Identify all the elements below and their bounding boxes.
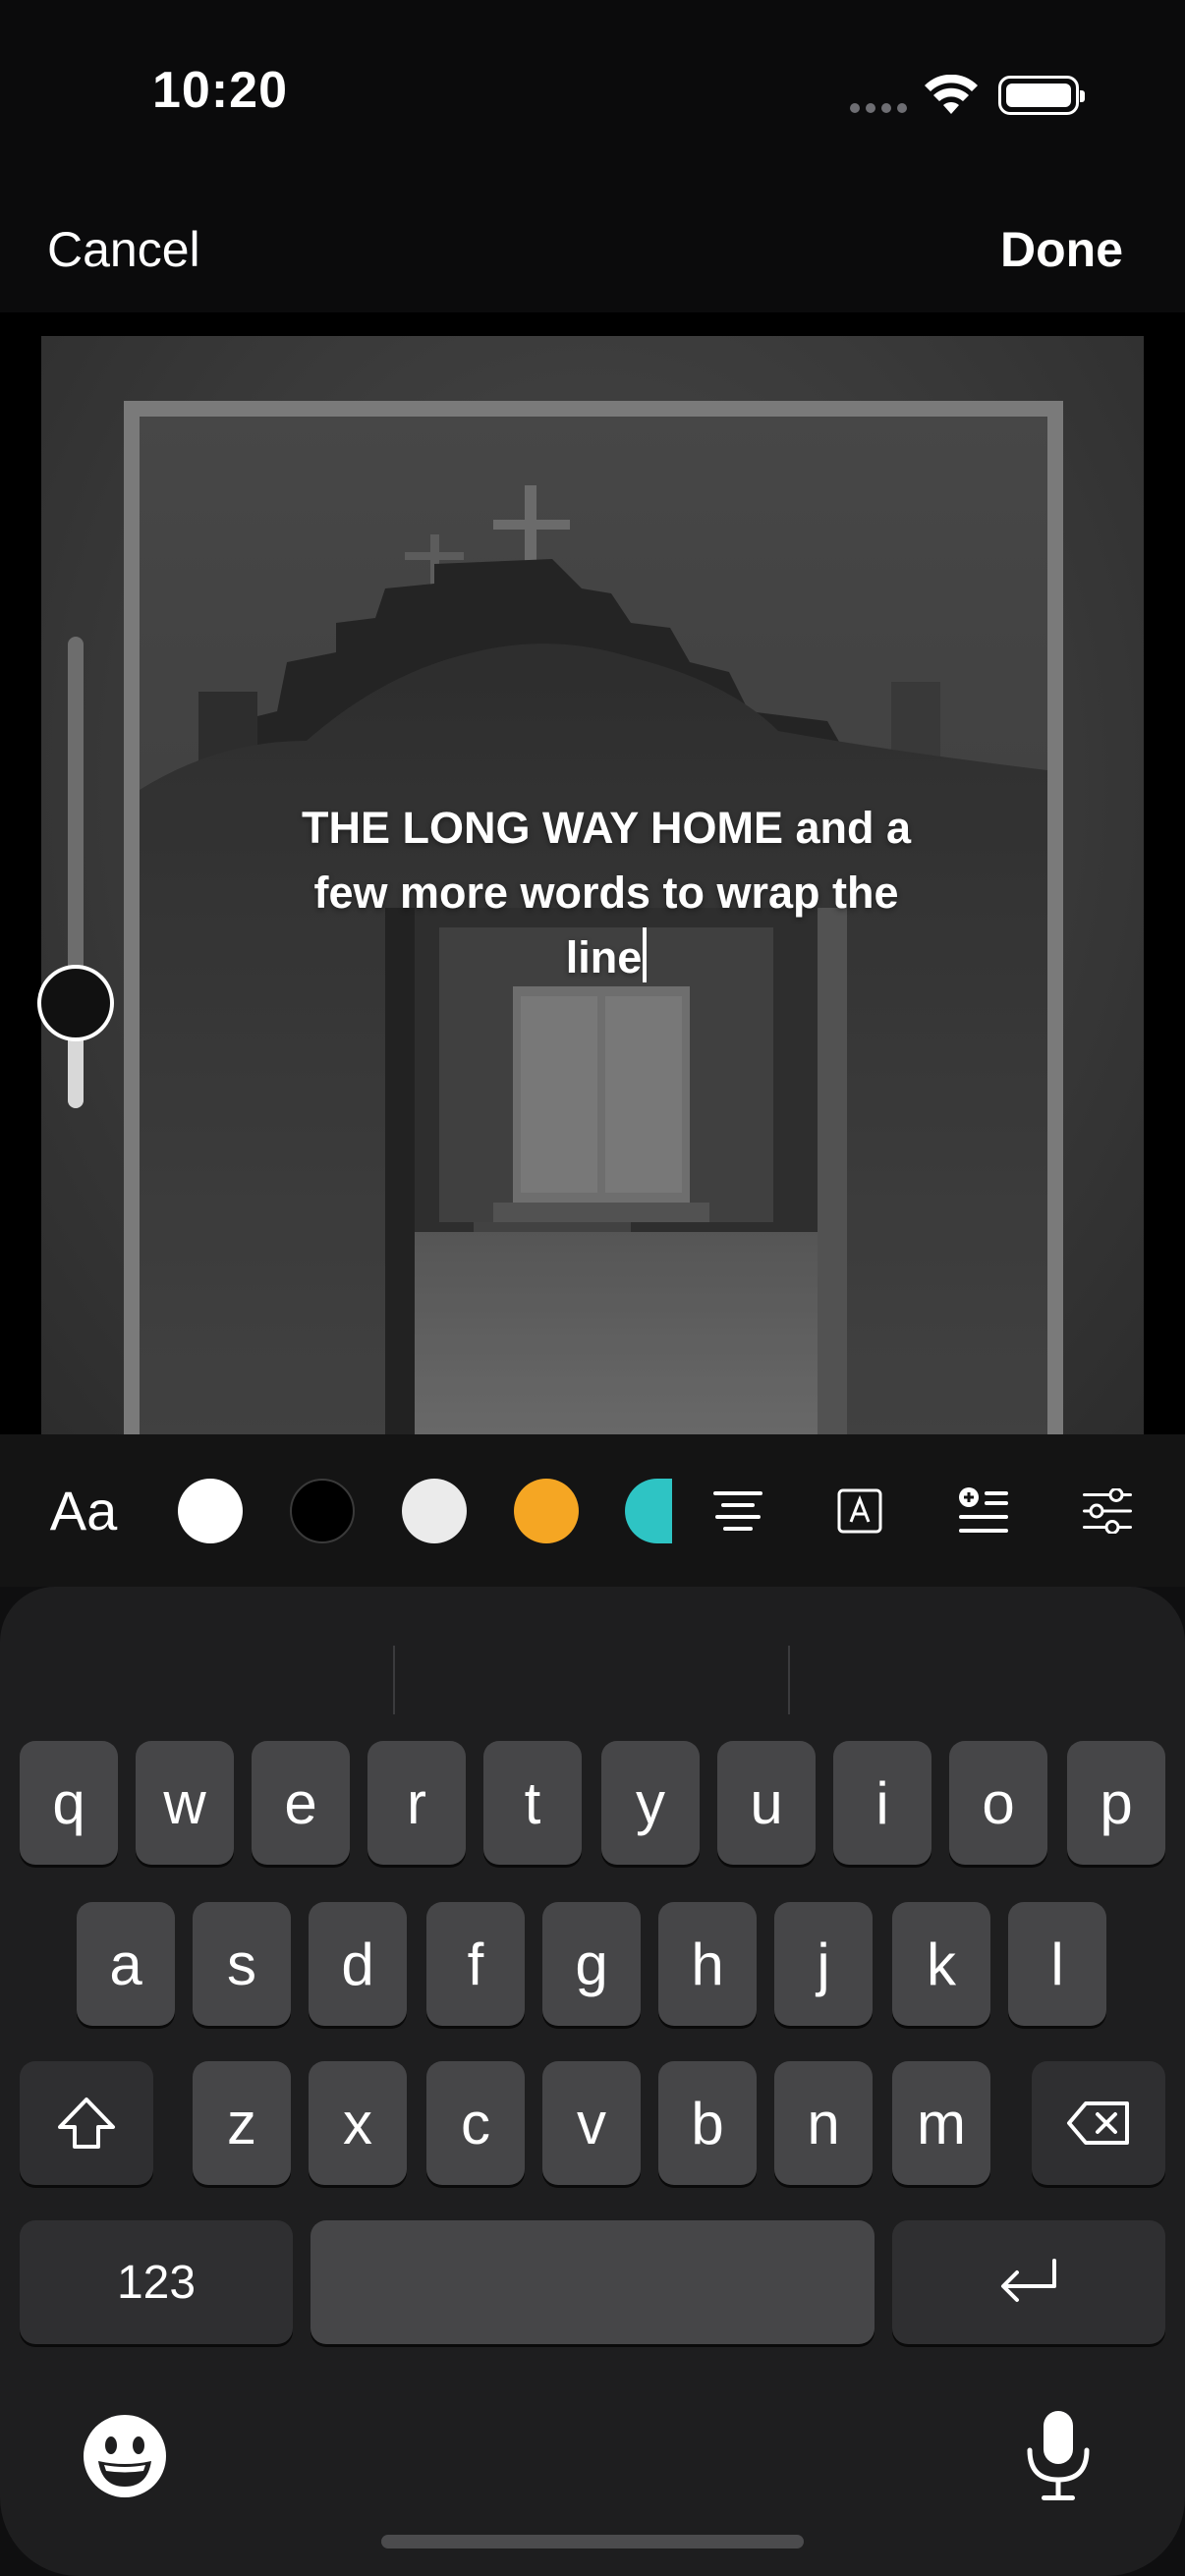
key-u[interactable]: u: [717, 1741, 816, 1865]
return-icon: [1001, 2259, 1056, 2302]
suggestion-divider: [393, 1646, 395, 1714]
text-caret: [643, 927, 648, 982]
space-key[interactable]: [310, 2220, 875, 2344]
key-s[interactable]: s: [193, 1902, 291, 2026]
text-line-1: THE LONG WAY HOME and a: [301, 803, 912, 853]
key-t[interactable]: t: [483, 1741, 582, 1865]
key-v[interactable]: v: [542, 2061, 641, 2185]
key-i[interactable]: i: [833, 1741, 931, 1865]
color-swatch-teal[interactable]: [623, 1434, 674, 1587]
color-swatch-white[interactable]: [175, 1434, 246, 1587]
text-line-3: line: [565, 932, 643, 982]
key-g[interactable]: g: [542, 1902, 641, 2026]
return-key[interactable]: [892, 2220, 1165, 2344]
suggestion-divider: [788, 1646, 790, 1714]
key-q[interactable]: q: [20, 1741, 118, 1865]
shift-icon: [58, 2098, 115, 2149]
suggestion-bar[interactable]: [0, 1626, 1185, 1734]
shift-key[interactable]: [20, 2061, 153, 2185]
key-c[interactable]: c: [426, 2061, 525, 2185]
key-n[interactable]: n: [774, 2061, 873, 2185]
color-swatch-black[interactable]: [287, 1434, 358, 1587]
emoji-icon[interactable]: [81, 2412, 169, 2500]
signal-dots-icon: [850, 103, 907, 115]
text-size-slider[interactable]: [37, 637, 116, 1108]
key-r[interactable]: r: [367, 1741, 466, 1865]
key-j[interactable]: j: [774, 1902, 873, 2026]
done-button[interactable]: Done: [1000, 221, 1123, 278]
numbers-key[interactable]: 123: [20, 2220, 293, 2344]
key-b[interactable]: b: [658, 2061, 757, 2185]
status-bar: 10:20: [0, 0, 1185, 187]
key-k[interactable]: k: [892, 1902, 990, 2026]
sliders-icon[interactable]: [1073, 1434, 1142, 1587]
backspace-icon: [1067, 2101, 1129, 2145]
font-button[interactable]: Aa: [29, 1434, 138, 1587]
key-p[interactable]: p: [1067, 1741, 1165, 1865]
key-d[interactable]: d: [309, 1902, 407, 2026]
cancel-button[interactable]: Cancel: [47, 221, 200, 278]
slider-thumb[interactable]: [37, 964, 114, 1041]
home-indicator: [381, 2535, 804, 2548]
color-swatch-light-gray[interactable]: [399, 1434, 470, 1587]
key-o[interactable]: o: [949, 1741, 1047, 1865]
backspace-key[interactable]: [1032, 2061, 1165, 2185]
key-a[interactable]: a: [77, 1902, 175, 2026]
text-line-2: few more words to wrap the: [313, 868, 899, 918]
wifi-icon: [925, 75, 978, 114]
key-m[interactable]: m: [892, 2061, 990, 2185]
key-x[interactable]: x: [309, 2061, 407, 2185]
key-e[interactable]: e: [252, 1741, 350, 1865]
key-z[interactable]: z: [193, 2061, 291, 2185]
align-center-icon[interactable]: [704, 1434, 772, 1587]
story-text-input[interactable]: THE LONG WAY HOME and a few more words t…: [213, 796, 999, 990]
story-card: THE LONG WAY HOME and a few more words t…: [41, 336, 1144, 1434]
color-swatch-orange[interactable]: [511, 1434, 582, 1587]
text-background-icon[interactable]: [825, 1434, 894, 1587]
key-w[interactable]: w: [136, 1741, 234, 1865]
key-l[interactable]: l: [1008, 1902, 1106, 2026]
key-h[interactable]: h: [658, 1902, 757, 2026]
battery-icon: [998, 76, 1085, 115]
status-time: 10:20: [152, 62, 288, 119]
add-line-icon[interactable]: [949, 1434, 1018, 1587]
text-toolbar: Aa: [0, 1434, 1185, 1587]
key-y[interactable]: y: [601, 1741, 700, 1865]
text-editor-canvas: THE LONG WAY HOME and a few more words t…: [0, 312, 1185, 1434]
microphone-icon[interactable]: [1024, 2409, 1093, 2503]
key-f[interactable]: f: [426, 1902, 525, 2026]
